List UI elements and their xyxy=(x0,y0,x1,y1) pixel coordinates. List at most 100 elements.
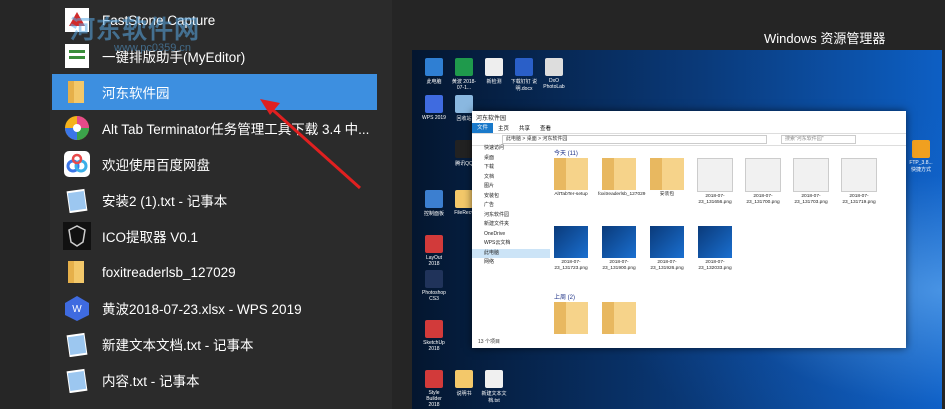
group-today[interactable]: 今天 (11) xyxy=(554,148,578,157)
desktop-app-icon xyxy=(455,140,473,158)
ribbon-tab[interactable]: 文件 xyxy=(472,123,494,133)
desktop-icon-label: 黄波 2018-07-1... xyxy=(451,79,477,91)
menu-item-label: 内容.txt - 记事本 xyxy=(102,374,200,389)
menu-item[interactable]: 内容.txt - 记事本 xyxy=(62,362,378,398)
menu-item[interactable]: foxitreaderlsb_127029 xyxy=(62,254,378,290)
menu-item-label: 新建文本文档.txt - 记事本 xyxy=(102,338,254,353)
file-label: 安装包 xyxy=(659,192,675,197)
file-item[interactable] xyxy=(598,302,640,336)
file-item[interactable]: 2018-07-23_131719.png xyxy=(838,158,880,206)
file-label: 2018-07-23_131703.png xyxy=(794,194,828,205)
preview-title: Windows 资源管理器 xyxy=(764,31,886,46)
desktop-app-icon xyxy=(425,270,443,288)
desktop-icon[interactable]: 黄波 2018-07-1... xyxy=(450,58,478,91)
nav-item[interactable]: 桌面 xyxy=(472,154,550,164)
alt-tab-terminator-icon xyxy=(62,113,92,143)
file-area: 今天 (11) 上周 (2) AltTabTer-setup foxitreade… xyxy=(550,144,906,337)
desktop-icon-label: 控制面板 xyxy=(423,211,444,217)
folder-icon xyxy=(650,158,684,190)
image-thumbnail xyxy=(841,158,877,192)
notepad-icon xyxy=(62,329,92,359)
desktop-app-icon xyxy=(485,58,503,76)
file-label: 2018-07-23_132033.png xyxy=(698,260,732,271)
path-field[interactable]: 此电脑 > 桌面 > 河东软件园 xyxy=(502,135,767,144)
start-menu-list: FastStone Capture 一键排版助手(MyEditor) 河东软件园 Al… xyxy=(0,0,392,409)
desktop-app-icon xyxy=(455,190,473,208)
explorer-title: 河东软件园 xyxy=(472,111,906,123)
desktop-icon[interactable]: DxO PhotoLab xyxy=(540,58,568,90)
folder-icon xyxy=(554,158,588,190)
desktop-icon-label: Photoshop CS3 xyxy=(422,290,446,302)
desktop-icon[interactable]: 新检测 xyxy=(480,58,508,85)
menu-item[interactable]: 新建文本文档.txt - 记事本 xyxy=(62,326,378,362)
desktop-icon[interactable]: SketchUp 2018 xyxy=(420,320,448,352)
desktop-app-icon xyxy=(425,58,443,76)
file-label: 2018-07-23_131900.png xyxy=(602,260,636,271)
file-item[interactable] xyxy=(550,302,592,336)
desktop-icon[interactable]: FTP_3.8... 快捷方式 xyxy=(907,140,935,173)
desktop-icon[interactable]: 此电脑 xyxy=(420,58,448,85)
menu-item[interactable]: W 黄波2018-07-23.xlsx - WPS 2019 xyxy=(62,290,378,326)
file-item[interactable]: 2018-07-23_131703.png xyxy=(790,158,832,206)
desktop-icon[interactable]: Photoshop CS3 xyxy=(420,270,448,302)
desktop-app-icon xyxy=(425,235,443,253)
desktop-icon[interactable]: LayOut 2018 xyxy=(420,235,448,267)
nav-item[interactable]: 图片 xyxy=(472,182,550,192)
file-label: 2018-07-23_131926.png xyxy=(650,260,684,271)
menu-item-label: foxitreaderlsb_127029 xyxy=(102,264,236,280)
nav-item[interactable]: 广告 xyxy=(472,201,550,211)
nav-item[interactable]: WPS云文档 xyxy=(472,239,550,249)
file-item[interactable]: 安装包 xyxy=(646,158,688,198)
nav-item[interactable]: 此电脑 xyxy=(472,248,550,258)
nav-item[interactable]: 安装包 xyxy=(472,192,550,202)
ribbon-tab[interactable]: 共享 xyxy=(514,124,535,132)
desktop-app-icon xyxy=(455,370,473,388)
folder-icon xyxy=(62,257,92,287)
desktop-app-icon xyxy=(425,320,443,338)
nav-item[interactable]: 河东软件园 xyxy=(472,211,550,221)
file-item[interactable]: AltTabTer-setup xyxy=(550,158,592,198)
file-item[interactable]: foxitreaderlsb_127029 xyxy=(598,158,645,198)
file-item[interactable]: 2018-07-23_131700.png xyxy=(742,158,784,206)
image-thumbnail xyxy=(698,226,732,258)
desktop-icon-label: SketchUp 2018 xyxy=(423,340,445,352)
ribbon-tab[interactable]: 查看 xyxy=(535,124,556,132)
desktop-icon[interactable]: 下载钉钉 说明.docx xyxy=(510,58,538,92)
desktop-app-icon xyxy=(545,58,563,76)
menu-item-label: 河东软件园 xyxy=(102,86,170,101)
nav-item[interactable]: 下载 xyxy=(472,163,550,173)
image-thumbnail xyxy=(697,158,733,192)
file-item[interactable]: 2018-07-23_131656.png xyxy=(694,158,736,206)
svg-text:W: W xyxy=(72,304,82,315)
start-menu-strip xyxy=(0,0,50,409)
file-item[interactable]: 2018-07-23_132033.png xyxy=(694,226,736,272)
desktop-icon[interactable]: 新建文本文 档.txt xyxy=(480,370,508,404)
group-lastweek[interactable]: 上周 (2) xyxy=(554,292,575,301)
menu-item[interactable]: ICO提取器 V0.1 xyxy=(62,218,378,254)
nav-item[interactable]: 新建文件夹 xyxy=(472,220,550,230)
red-arrow-annotation xyxy=(260,99,362,190)
menu-item-label: 安装2 (1).txt - 记事本 xyxy=(102,194,228,209)
search-field[interactable]: 搜索"河东软件园" xyxy=(781,135,856,144)
watermark-url: www.pc0359.cn xyxy=(114,42,192,54)
desktop-app-icon xyxy=(515,58,533,76)
nav-item[interactable]: 文档 xyxy=(472,173,550,183)
image-thumbnail xyxy=(554,226,588,258)
image-thumbnail xyxy=(745,158,781,192)
desktop-icon[interactable]: WPS 2019 xyxy=(420,95,448,121)
file-item[interactable]: 2018-07-23_131926.png xyxy=(646,226,688,272)
file-item[interactable]: 2018-07-23_131900.png xyxy=(598,226,640,272)
desktop-icon[interactable]: 控制面板 xyxy=(420,190,448,217)
nav-item[interactable]: OneDrive xyxy=(472,230,550,240)
desktop-icon[interactable]: 说明书 xyxy=(450,370,478,397)
desktop-icon-label: DxO PhotoLab xyxy=(543,78,565,90)
ribbon-tab[interactable]: 主页 xyxy=(493,124,514,132)
desktop-icon[interactable]: Style Builder 2018 xyxy=(420,370,448,408)
wps-icon: W xyxy=(62,293,92,323)
explorer-window[interactable]: 河东软件园 文件 主页 共享 查看 此电脑 > 桌面 > 河东软件园 搜索"河东软件园… xyxy=(472,111,906,348)
nav-item[interactable]: 网络 xyxy=(472,258,550,268)
file-item[interactable]: 2018-07-23_131723.png xyxy=(550,226,592,272)
nav-item[interactable]: 快速访问 xyxy=(472,144,550,154)
notepad-icon xyxy=(62,365,92,395)
folder-icon xyxy=(554,302,588,334)
